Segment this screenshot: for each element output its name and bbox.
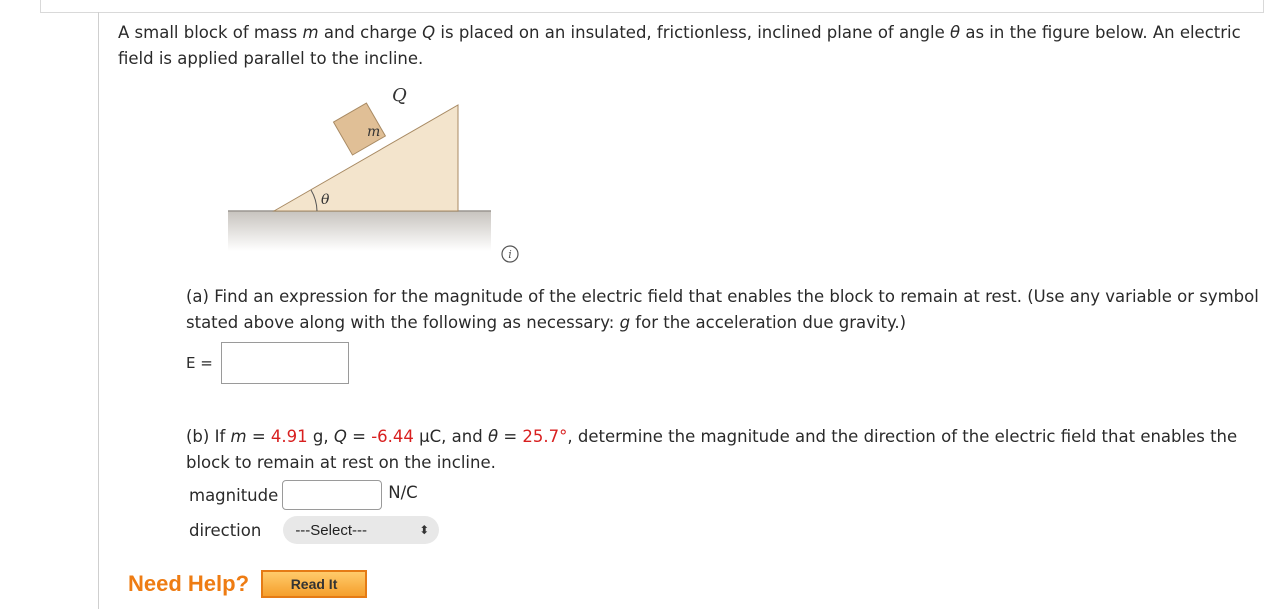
- direction-label: direction: [189, 520, 262, 540]
- magnitude-row: magnitude N/C: [189, 480, 418, 510]
- svg-text:i: i: [508, 248, 512, 261]
- info-icon[interactable]: i: [501, 245, 519, 263]
- label-theta: θ: [321, 192, 330, 208]
- help-section: Need Help? Read It: [128, 570, 368, 598]
- need-help-label: Need Help?: [128, 571, 250, 596]
- direction-select[interactable]: ---Select--- ⬍: [283, 516, 440, 544]
- E-expression-input[interactable]: [220, 342, 349, 384]
- content-border: [98, 12, 99, 609]
- part-b-question: (b) If m = 4.91 g, Q = -6.44 µC, and θ =…: [186, 427, 1238, 472]
- incline-figure: m Q θ: [228, 85, 491, 251]
- unit-label: N/C: [388, 482, 418, 502]
- problem-statement: A small block of mass m and charge Q is …: [118, 23, 1241, 68]
- label-m: m: [367, 124, 380, 140]
- top-frame: [40, 0, 1264, 13]
- label-Q: Q: [392, 85, 407, 106]
- read-it-button[interactable]: Read It: [261, 570, 368, 598]
- direction-selected-value: ---Select---: [295, 521, 367, 539]
- magnitude-label: magnitude: [189, 485, 279, 505]
- part-a-answer-row: E =: [186, 340, 349, 386]
- updown-chevron-icon: ⬍: [419, 523, 430, 537]
- E-label: E =: [186, 354, 213, 372]
- part-a-question: (a) Find an expression for the magnitude…: [186, 287, 1259, 332]
- direction-row: direction ---Select--- ⬍: [189, 516, 440, 544]
- magnitude-input[interactable]: [282, 480, 383, 510]
- ground: [228, 211, 491, 251]
